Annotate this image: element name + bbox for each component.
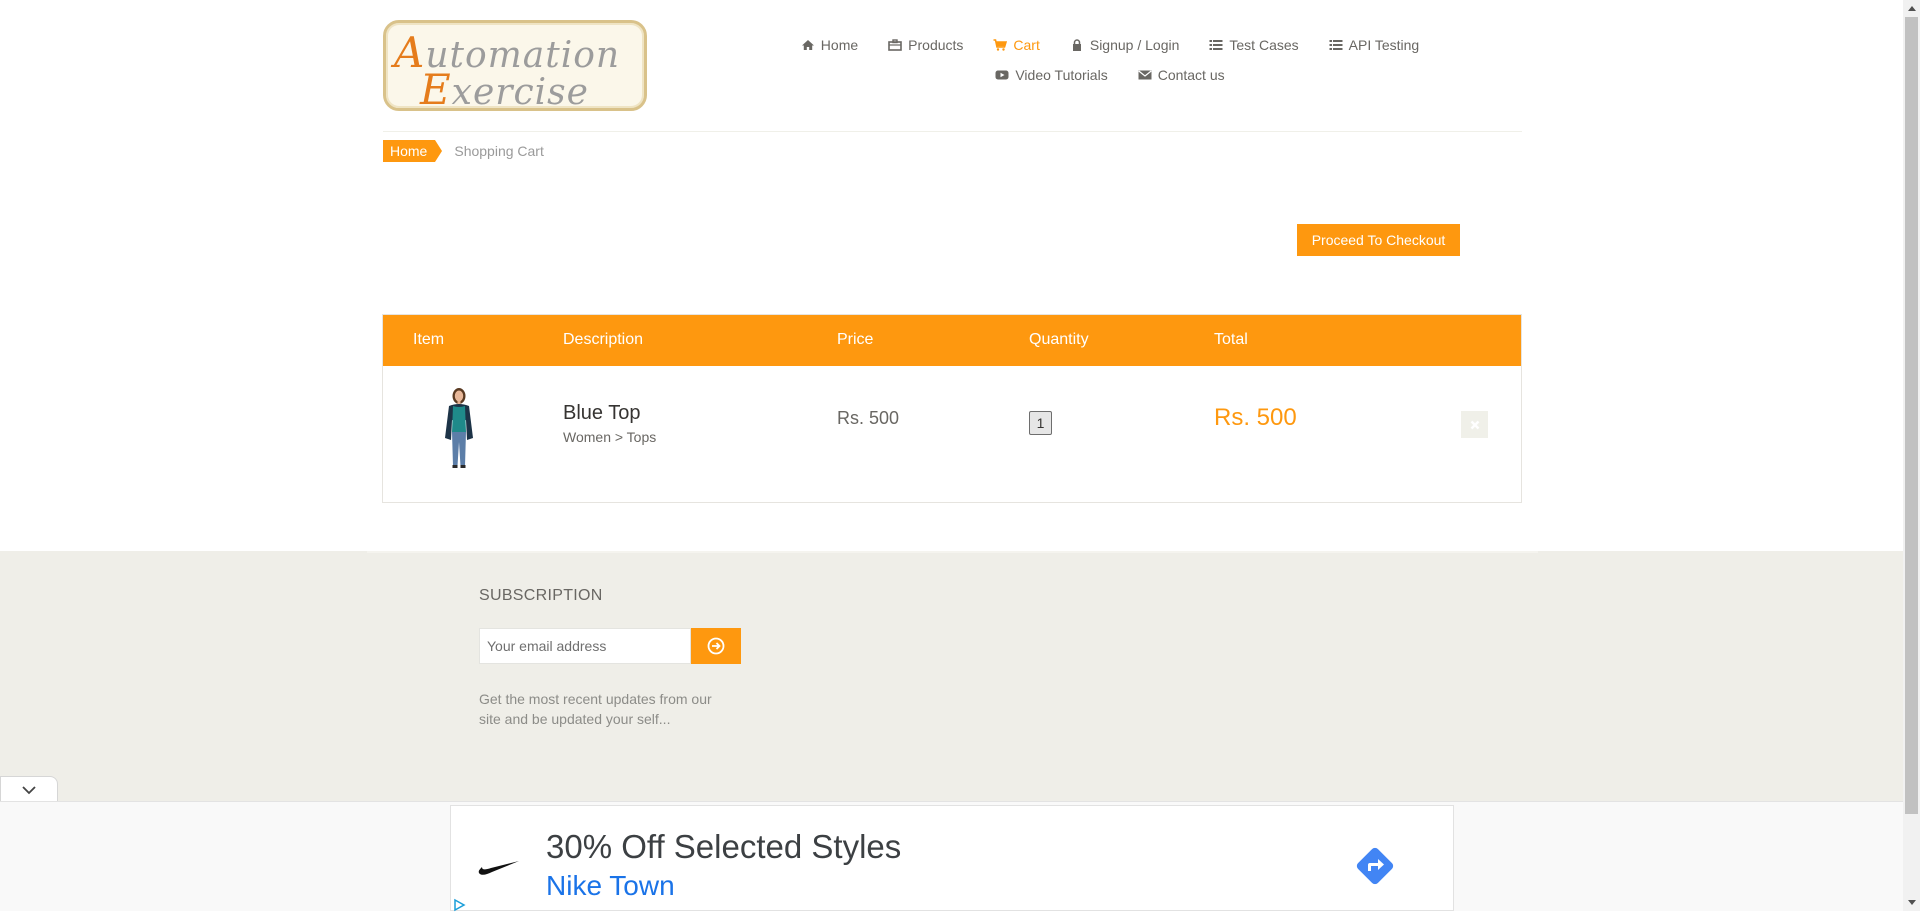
ad-banner[interactable]: 30% Off Selected Styles Nike Town	[450, 805, 1454, 912]
products-icon	[888, 39, 902, 51]
delete-item-button[interactable]	[1461, 411, 1488, 438]
cart-table: Item Description Price Quantity Total Bl…	[382, 314, 1522, 503]
site-header: Automation Exercise Home Products Cart S…	[0, 0, 1903, 132]
header-price: Price	[837, 331, 874, 348]
nav-products[interactable]: Products	[873, 30, 978, 60]
nav-home[interactable]: Home	[786, 30, 873, 60]
list-icon	[1209, 39, 1223, 51]
nav-signup-login[interactable]: Signup / Login	[1055, 30, 1195, 60]
main-nav: Home Products Cart Signup / Login Test C…	[780, 30, 1440, 90]
vertical-scrollbar[interactable]	[1903, 0, 1920, 911]
footer-divider	[367, 551, 1538, 553]
scroll-up-arrow-icon[interactable]	[1903, 0, 1920, 17]
scroll-down-arrow-icon[interactable]	[1903, 894, 1920, 911]
product-total: Rs. 500	[1214, 404, 1297, 431]
cart-table-header: Item Description Price Quantity Total	[383, 315, 1521, 366]
product-name[interactable]: Blue Top	[563, 402, 640, 425]
cart-icon	[993, 39, 1008, 51]
breadcrumb-home[interactable]: Home	[383, 140, 443, 162]
proceed-to-checkout-button[interactable]: Proceed To Checkout	[1297, 224, 1460, 256]
nav-api-testing[interactable]: API Testing	[1314, 30, 1435, 60]
quantity-button[interactable]: 1	[1029, 411, 1052, 435]
product-category: Women > Tops	[563, 429, 657, 445]
subscription-form: Your email address	[479, 628, 741, 664]
nav-test-cases[interactable]: Test Cases	[1194, 30, 1313, 60]
lock-icon	[1070, 39, 1084, 51]
ad-choices-icon[interactable]	[452, 898, 466, 912]
arrow-circle-right-icon	[707, 637, 725, 655]
cart-row: Blue Top Women > Tops Rs. 500 1 Rs. 500	[383, 366, 1521, 502]
product-price: Rs. 500	[837, 408, 900, 428]
nike-swoosh-icon	[478, 861, 519, 875]
home-icon	[801, 39, 815, 51]
breadcrumb-current: Shopping Cart	[454, 143, 544, 159]
header-quantity: Quantity	[1029, 331, 1089, 348]
header-item: Item	[413, 331, 445, 348]
youtube-icon	[995, 69, 1009, 81]
close-icon	[1470, 420, 1479, 429]
header-divider	[383, 131, 1522, 132]
subscription-email-input[interactable]: Your email address	[479, 628, 691, 664]
header-total: Total	[1214, 331, 1248, 348]
nav-row-2: Video Tutorials Contact us	[780, 60, 1440, 90]
site-logo[interactable]: Automation Exercise	[383, 20, 647, 114]
directions-icon[interactable]	[1351, 842, 1399, 890]
nav-video-tutorials[interactable]: Video Tutorials	[980, 60, 1122, 90]
header-description: Description	[563, 331, 644, 348]
ad-collapse-toggle[interactable]	[0, 776, 58, 802]
subscription-description: Get the most recent updates from our sit…	[479, 691, 712, 727]
footer-subscription-area: SUBSCRIPTION Your email address Get the …	[0, 551, 1903, 803]
scroll-thumb[interactable]	[1905, 17, 1918, 814]
subscription-title: SUBSCRIPTION	[479, 587, 603, 604]
nav-cart[interactable]: Cart	[978, 30, 1054, 60]
nav-contact-us[interactable]: Contact us	[1123, 60, 1240, 90]
envelope-icon	[1138, 69, 1152, 81]
nav-row-1: Home Products Cart Signup / Login Test C…	[780, 30, 1440, 60]
breadcrumb: Home Shopping Cart	[383, 140, 544, 162]
product-image[interactable]	[437, 386, 481, 470]
list-icon	[1329, 39, 1343, 51]
ad-title[interactable]: 30% Off Selected Styles	[546, 828, 901, 866]
ad-subtitle[interactable]: Nike Town	[546, 870, 675, 902]
chevron-down-icon	[22, 785, 36, 794]
logo-line-2: Exercise	[420, 65, 589, 114]
subscribe-button[interactable]	[691, 628, 741, 664]
